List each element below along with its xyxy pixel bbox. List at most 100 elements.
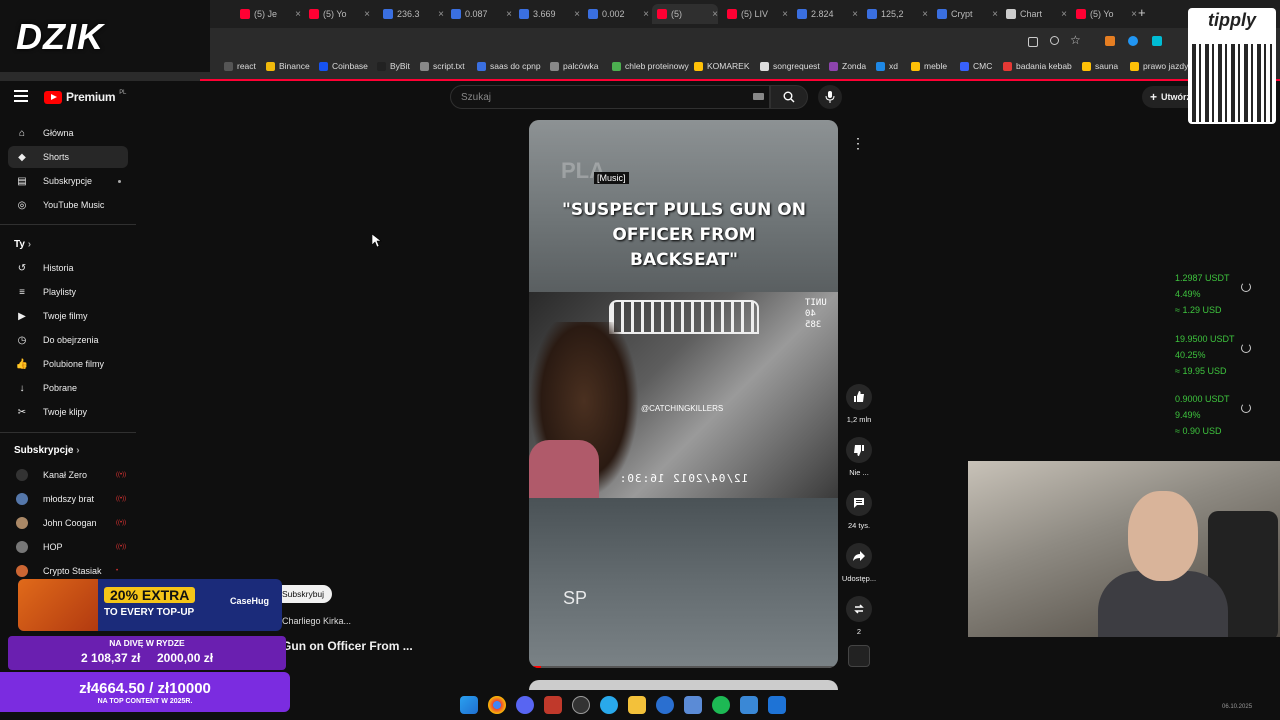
bookmark-item[interactable]: Coinbase xyxy=(319,61,368,71)
app-icon[interactable] xyxy=(768,696,786,714)
tab-close-icon[interactable]: × xyxy=(1061,9,1067,20)
sidebar-item[interactable]: ▤ Subskrypcje xyxy=(8,170,128,192)
browser-tab[interactable]: 125,2 × xyxy=(862,4,928,24)
video-progress-bar[interactable] xyxy=(529,666,838,668)
bookmark-item[interactable]: xd xyxy=(876,61,898,71)
subscription-item[interactable]: John Coogan ((•)) xyxy=(8,512,128,534)
folder-icon[interactable] xyxy=(628,696,646,714)
subscription-item[interactable]: HOP ((•)) xyxy=(8,536,128,558)
browser-tab[interactable]: (5) Je × xyxy=(235,4,301,24)
tab-close-icon[interactable]: × xyxy=(712,9,718,20)
sidebar-item[interactable]: ⌂ Główna xyxy=(8,122,128,144)
browser-tab[interactable]: (5) LIV × xyxy=(722,4,788,24)
tab-close-icon[interactable]: × xyxy=(1131,9,1137,20)
bookmark-item[interactable]: saas do cpnp xyxy=(477,61,541,71)
remix-button[interactable]: 2 xyxy=(840,596,878,636)
notepad-icon[interactable] xyxy=(740,696,758,714)
bookmark-item[interactable]: script.txt xyxy=(420,61,465,71)
tab-close-icon[interactable]: × xyxy=(852,9,858,20)
bookmark-item[interactable]: chleb proteinowy xyxy=(612,61,689,71)
bookmark-item[interactable]: react xyxy=(224,61,256,71)
extension-icon[interactable] xyxy=(1128,36,1138,46)
bookmark-item[interactable]: Zonda xyxy=(829,61,866,71)
next-short-preview[interactable] xyxy=(529,680,838,690)
browser-tab[interactable]: 0.002 × xyxy=(583,4,649,24)
install-icon[interactable] xyxy=(1028,37,1038,47)
app-icon[interactable] xyxy=(572,696,590,714)
tab-close-icon[interactable]: × xyxy=(574,9,580,20)
sidebar-item[interactable]: 👍 Polubione filmy xyxy=(8,353,128,375)
tab-close-icon[interactable]: × xyxy=(643,9,649,20)
refresh-icon[interactable] xyxy=(1241,282,1251,292)
chrome-icon[interactable] xyxy=(488,696,506,714)
comments-button[interactable]: 24 tys. xyxy=(840,490,878,530)
tab-close-icon[interactable]: × xyxy=(922,9,928,20)
subscription-item[interactable]: Kanał Zero ((•)) xyxy=(8,464,128,486)
search-input[interactable]: Szukaj xyxy=(450,85,770,109)
sidebar-item[interactable]: ▶ Twoje filmy xyxy=(8,305,128,327)
refresh-icon[interactable] xyxy=(1241,343,1251,353)
bookmark-item[interactable]: sauna xyxy=(1082,61,1118,71)
sidebar-item[interactable]: ↺ Historia xyxy=(8,257,128,279)
subscribe-button[interactable]: Subskrybuj xyxy=(274,585,333,603)
sidebar-item[interactable]: ↓ Pobrane xyxy=(8,377,128,399)
app-icon[interactable] xyxy=(544,696,562,714)
extension-icon[interactable] xyxy=(1105,36,1115,46)
bookmark-item[interactable]: prawo jazdy xyxy=(1130,61,1188,71)
bookmark-item[interactable]: songrequest xyxy=(760,61,820,71)
browser-tab[interactable]: Crypt × xyxy=(932,4,998,24)
menu-icon[interactable] xyxy=(14,90,28,102)
browser-tab[interactable]: (5) Yo × xyxy=(1071,4,1137,24)
search-button[interactable] xyxy=(770,85,808,109)
youtube-logo[interactable]: Premium PL xyxy=(44,90,126,104)
new-tab-button[interactable]: + xyxy=(1138,5,1146,20)
spotify-icon[interactable] xyxy=(712,696,730,714)
bookmark-item[interactable]: palcówka xyxy=(550,61,598,71)
tab-close-icon[interactable]: × xyxy=(364,9,370,20)
dislike-button[interactable]: Nie ... xyxy=(840,437,878,477)
tab-close-icon[interactable]: × xyxy=(506,9,512,20)
discord-icon[interactable] xyxy=(516,696,534,714)
tab-close-icon[interactable]: × xyxy=(782,9,788,20)
bookmark-item[interactable]: CMC xyxy=(960,61,992,71)
extension-icon[interactable] xyxy=(1152,36,1162,46)
tab-close-icon[interactable]: × xyxy=(295,9,301,20)
browser-tab[interactable]: 2.824 × xyxy=(792,4,858,24)
bookmark-item[interactable]: badania kebab xyxy=(1003,61,1072,71)
sidebar-item[interactable]: ◎ YouTube Music xyxy=(8,194,128,216)
sidebar-item[interactable]: ≡ Playlisty xyxy=(8,281,128,303)
channel-name[interactable]: Charliego Kirka... xyxy=(282,616,351,626)
bookmark-star-icon[interactable]: ☆ xyxy=(1070,33,1081,47)
subscriptions-section-heading[interactable]: Subskrypcje › xyxy=(14,445,80,456)
app-icon[interactable] xyxy=(684,696,702,714)
voice-search-button[interactable] xyxy=(818,85,842,109)
tab-close-icon[interactable]: × xyxy=(992,9,998,20)
browser-tab[interactable]: (5) Yo × xyxy=(304,4,370,24)
you-section-heading[interactable]: Ty › xyxy=(14,239,31,250)
bookmark-item[interactable]: ByBit xyxy=(377,61,410,71)
browser-tab[interactable]: (5) × xyxy=(652,4,718,24)
subscription-item[interactable]: młodszy brat ((•)) xyxy=(8,488,128,510)
sidebar-item[interactable]: ◆ Shorts xyxy=(8,146,128,168)
telegram-icon[interactable] xyxy=(600,696,618,714)
short-video-player[interactable]: PLA [Music] "SUSPECT PULLS GUN ON OFFICE… xyxy=(529,120,838,668)
like-button[interactable]: 1,2 mln xyxy=(840,384,878,424)
browser-tab[interactable]: 236.3 × xyxy=(378,4,444,24)
bookmark-item[interactable]: meble xyxy=(911,61,947,71)
zoom-icon[interactable] xyxy=(1050,36,1059,45)
sidebar-item[interactable]: ✂ Twoje klipy xyxy=(8,401,128,423)
windows-start-icon[interactable] xyxy=(460,696,478,714)
browser-tab[interactable]: 3.669 × xyxy=(514,4,580,24)
sidebar-item[interactable]: ◷ Do obejrzenia xyxy=(8,329,128,351)
keyboard-icon[interactable] xyxy=(753,93,764,100)
tab-close-icon[interactable]: × xyxy=(438,9,444,20)
sound-thumbnail[interactable] xyxy=(848,645,870,667)
bookmark-item[interactable]: KOMAREK xyxy=(694,61,750,71)
more-options-icon[interactable]: ⋮ xyxy=(846,131,870,155)
refresh-icon[interactable] xyxy=(1241,403,1251,413)
browser-tab[interactable]: 0.087 × xyxy=(446,4,512,24)
bookmark-item[interactable]: Binance xyxy=(266,61,310,71)
ccleaner-icon[interactable] xyxy=(656,696,674,714)
share-button[interactable]: Udostęp... xyxy=(840,543,878,583)
browser-tab[interactable]: Chart × xyxy=(1001,4,1067,24)
